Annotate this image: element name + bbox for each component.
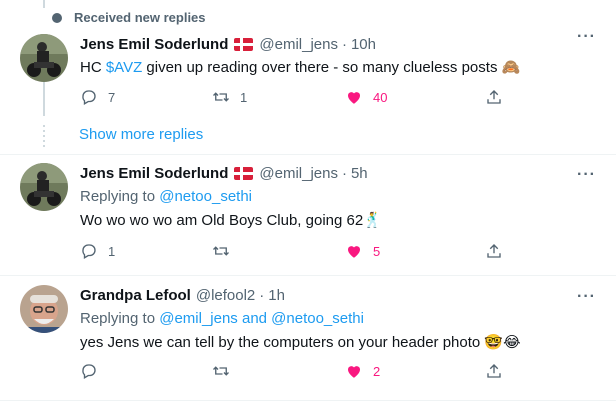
reply-count: 7 [108, 89, 116, 105]
heart-icon [348, 92, 360, 104]
like-count: 40 [373, 89, 388, 105]
separator-dot: · [341, 164, 347, 182]
replying-to-link[interactable]: @netoo_sethi [159, 188, 252, 205]
tweet-actions: 7 1 40 [80, 88, 510, 108]
share-icon [487, 244, 501, 258]
tweet-text: Wo wo wo wo am Old Boys Club, going 62🕺 [80, 212, 382, 229]
tweet-header: Jens Emil Soderlund @emil_jens · 10h [80, 34, 596, 54]
tweet-time[interactable]: 10h [351, 36, 376, 53]
share-icon [487, 90, 501, 104]
reply-icon [82, 364, 96, 379]
divider [0, 154, 616, 155]
like-count: 5 [373, 243, 381, 259]
retweet-button[interactable] [212, 362, 240, 380]
more-options-icon[interactable]: ··· [577, 28, 596, 46]
retweet-icon [213, 366, 229, 376]
tweet-text: yes Jens we can tell by the computers on… [80, 334, 521, 351]
tweet[interactable]: Jens Emil Soderlund @emil_jens · 10h HC … [0, 28, 616, 120]
text-segment: HC [80, 59, 106, 76]
avatar-image [20, 285, 68, 333]
heart-icon [348, 246, 360, 258]
tweet-actions: 1 5 [80, 242, 510, 262]
retweet-count: 1 [240, 89, 248, 105]
replying-to-link[interactable]: @emil_jens and @netoo_sethi [159, 310, 364, 327]
cashtag-link[interactable]: $AVZ [106, 59, 142, 76]
heart-icon [348, 366, 360, 378]
share-icon [487, 364, 501, 378]
separator-dot: · [341, 35, 347, 53]
retweet-icon [213, 246, 229, 256]
like-button[interactable]: 2 [345, 362, 380, 380]
reply-icon [82, 244, 96, 259]
reply-button[interactable]: 7 [80, 88, 115, 106]
like-button[interactable]: 5 [345, 242, 380, 260]
author-handle[interactable]: @lefool2 [196, 287, 255, 304]
tweet-text: HC $AVZ given up reading over there - so… [80, 58, 596, 78]
retweet-button[interactable] [212, 242, 240, 260]
notice-text: Received new replies [74, 10, 206, 25]
new-replies-notice[interactable]: Received new replies [52, 10, 206, 25]
author-name[interactable]: Jens Emil Soderlund [80, 36, 228, 53]
author-handle[interactable]: @emil_jens [259, 36, 338, 53]
avatar-image [20, 34, 68, 82]
reply-icon [82, 90, 96, 105]
tweet-time[interactable]: 1h [268, 287, 285, 304]
thread-line [43, 0, 45, 8]
tweet-actions: 2 [80, 362, 510, 382]
avatar[interactable] [20, 34, 68, 82]
thread-dotted-line [43, 125, 45, 147]
retweet-icon [213, 92, 229, 102]
divider [0, 400, 616, 401]
notice-dot-icon [52, 12, 62, 23]
share-button[interactable] [485, 88, 503, 106]
tweet-header: Jens Emil Soderlund @emil_jens · 5h [80, 163, 596, 183]
reply-button[interactable] [80, 362, 108, 380]
author-name[interactable]: Jens Emil Soderlund [80, 165, 228, 182]
tweet-time[interactable]: 5h [351, 165, 368, 182]
show-more-replies-link[interactable]: Show more replies [79, 126, 203, 143]
avatar[interactable] [20, 285, 68, 333]
like-button[interactable]: 40 [345, 88, 387, 106]
reply-button[interactable]: 1 [80, 242, 115, 260]
denmark-flag-icon [234, 166, 254, 180]
avatar-image [20, 163, 68, 211]
retweet-button[interactable]: 1 [212, 88, 247, 106]
replying-to-label: Replying to [80, 310, 160, 327]
replying-to: Replying to @emil_jens and @netoo_sethi [80, 309, 596, 329]
like-count: 2 [373, 363, 381, 379]
share-button[interactable] [485, 242, 503, 260]
text-segment: given up reading over there - so many cl… [142, 59, 521, 76]
divider [0, 275, 616, 276]
tweet[interactable]: Grandpa Lefool @lefool2 · 1h Replying to… [0, 285, 616, 395]
tweet-header: Grandpa Lefool @lefool2 · 1h [80, 285, 596, 305]
avatar[interactable] [20, 163, 68, 211]
tweet[interactable]: Jens Emil Soderlund @emil_jens · 5h Repl… [0, 163, 616, 273]
more-options-icon[interactable]: ··· [577, 288, 596, 306]
replying-to-label: Replying to [80, 188, 160, 205]
denmark-flag-icon [234, 37, 254, 51]
author-name[interactable]: Grandpa Lefool [80, 287, 191, 304]
author-handle[interactable]: @emil_jens [259, 165, 338, 182]
more-options-icon[interactable]: ··· [577, 166, 596, 184]
replying-to: Replying to @netoo_sethi [80, 187, 596, 207]
separator-dot: · [259, 286, 265, 304]
share-button[interactable] [485, 362, 503, 380]
reply-count: 1 [108, 243, 116, 259]
